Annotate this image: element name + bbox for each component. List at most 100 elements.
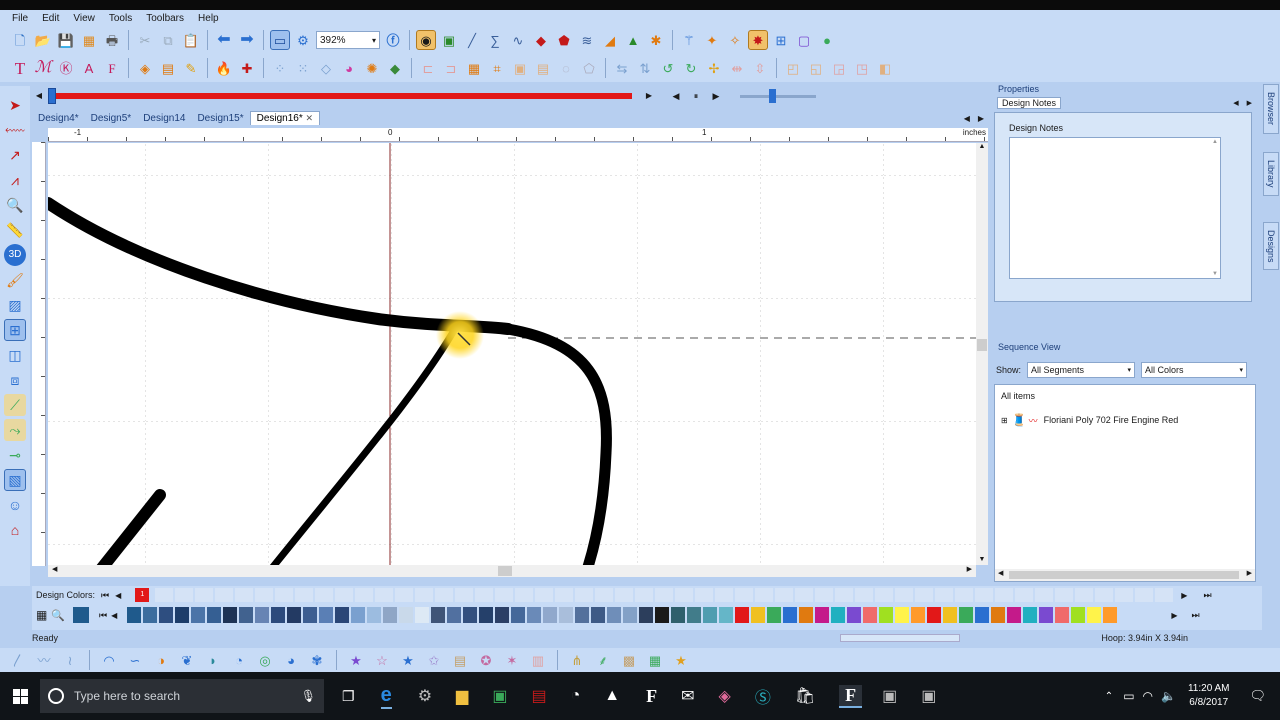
scroll-down-icon[interactable]: ▼ xyxy=(976,556,988,563)
side-tab-library[interactable]: Library xyxy=(1263,152,1279,196)
flame-icon[interactable]: 🔥 xyxy=(214,58,234,78)
grid-dots-icon[interactable]: ⁙ xyxy=(293,58,313,78)
canvas-horizontal-scrollbar[interactable]: ◀ ▶ xyxy=(48,565,976,577)
scroll-right-icon[interactable]: ▶ xyxy=(967,565,972,573)
thread-swatch[interactable] xyxy=(1055,607,1070,623)
stitch-select-icon[interactable]: ⟋ xyxy=(4,394,26,416)
green-app-icon[interactable]: ▣ xyxy=(492,686,507,706)
star-lilac-icon[interactable]: ✩ xyxy=(424,650,444,670)
notes-scroll-down-icon[interactable]: ▼ xyxy=(1212,271,1218,277)
spiral-stitch-icon[interactable]: ◎ xyxy=(255,650,275,670)
pdf-app-icon[interactable]: ▤ xyxy=(531,686,546,706)
zoom-combo[interactable]: 392% ▾ xyxy=(316,31,380,49)
last-color-icon[interactable]: ⏭ xyxy=(1203,590,1211,601)
eye-view-icon[interactable]: ◉ xyxy=(416,30,436,50)
volume-icon[interactable]: 🔈 xyxy=(1161,689,1176,703)
curve-icon[interactable]: ∿ xyxy=(508,30,528,50)
panel-right-arrow-icon[interactable]: ▶ xyxy=(1247,99,1252,107)
thread-swatch[interactable] xyxy=(975,607,990,623)
person-icon[interactable]: ☺ xyxy=(4,494,26,516)
thread-swatch[interactable] xyxy=(959,607,974,623)
scroll-up-icon[interactable]: ▲ xyxy=(976,143,988,150)
step-back-icon[interactable]: ◀ xyxy=(666,86,686,106)
magic-orange-icon[interactable]: ✦ xyxy=(702,30,722,50)
thread-swatch[interactable] xyxy=(911,607,926,623)
lasso-select-icon[interactable]: ⬳ xyxy=(4,119,26,141)
fill-stitch-icon[interactable]: ◗ xyxy=(203,650,223,670)
start-button[interactable] xyxy=(0,672,40,720)
design-notes-textarea[interactable]: ▲ ▼ xyxy=(1009,137,1221,279)
tab-design-notes[interactable]: Design Notes xyxy=(997,97,1062,109)
paste-icon[interactable]: 📋 xyxy=(181,30,201,50)
tree-root[interactable]: All items xyxy=(1001,391,1249,401)
star-burst-icon[interactable]: ✺ xyxy=(362,58,382,78)
distribute-h-icon[interactable]: ⇹ xyxy=(727,58,747,78)
tabs-left-arrow-icon[interactable]: ◀ xyxy=(964,114,970,123)
pencil-icon[interactable]: ✎ xyxy=(181,58,201,78)
stamp-icon[interactable]: ▤ xyxy=(158,58,178,78)
app-icon[interactable]: ⚙ xyxy=(418,686,432,706)
thread-swatch[interactable] xyxy=(847,607,862,623)
cut-icon[interactable]: ✂ xyxy=(135,30,155,50)
segments-dropdown[interactable]: All Segments ▾ xyxy=(1027,362,1136,378)
orange-shape-icon[interactable]: ◢ xyxy=(600,30,620,50)
first-color-icon[interactable]: ⏮ xyxy=(101,590,109,601)
palette-grid-icon[interactable]: ▦ xyxy=(36,608,47,622)
thread-swatch[interactable] xyxy=(895,607,910,623)
file-explorer-icon[interactable]: ▆ xyxy=(456,686,468,706)
thread-swatch[interactable] xyxy=(255,607,270,623)
path-icon[interactable]: ⤳ xyxy=(4,419,26,441)
sew-sim-icon[interactable]: ⌂ xyxy=(4,519,26,541)
brush-icon[interactable]: 🖌 xyxy=(4,269,26,291)
motif-stitch-icon[interactable]: ✾ xyxy=(307,650,327,670)
align-left-icon[interactable]: ⊏ xyxy=(418,58,438,78)
thread-swatch[interactable] xyxy=(655,607,670,623)
thread-swatch[interactable] xyxy=(127,607,142,623)
thread-swatch[interactable] xyxy=(991,607,1006,623)
sparkle-star-icon[interactable]: ✶ xyxy=(502,650,522,670)
thread-swatch[interactable] xyxy=(1103,607,1118,623)
tabs-right-arrow-icon[interactable]: ▶ xyxy=(978,114,984,123)
thread-swatch[interactable] xyxy=(175,607,190,623)
wave-stitch-icon[interactable]: ∽ xyxy=(125,650,145,670)
settings-gear-icon[interactable]: ⚙ xyxy=(293,30,313,50)
thread-swatch[interactable] xyxy=(927,607,942,623)
thread-swatch[interactable] xyxy=(495,607,510,623)
font-create-icon[interactable]: A xyxy=(79,58,99,78)
thread-swatch[interactable] xyxy=(639,607,654,623)
menu-edit[interactable]: Edit xyxy=(42,13,59,24)
thread-swatch[interactable] xyxy=(943,607,958,623)
color-wheel-icon[interactable]: ◕ xyxy=(339,58,359,78)
tab-design14[interactable]: Design14 xyxy=(137,112,191,125)
new-file-icon[interactable]: 🗋 xyxy=(10,30,30,50)
layer-up-icon[interactable]: ◲ xyxy=(829,58,849,78)
ungroup-icon[interactable]: ▤ xyxy=(533,58,553,78)
s-app-icon[interactable]: Ⓢ xyxy=(755,684,771,708)
thread-swatch[interactable] xyxy=(447,607,462,623)
first-thread-icon[interactable]: ⏮ xyxy=(99,610,107,621)
mirror-v-icon[interactable]: ⇅ xyxy=(635,58,655,78)
applique-stitch-icon[interactable]: ◑ xyxy=(151,650,171,670)
mirror-h-icon[interactable]: ⇆ xyxy=(612,58,632,78)
thread-swatch[interactable] xyxy=(191,607,206,623)
pink-app-icon[interactable]: ◈ xyxy=(719,686,731,706)
design-canvas[interactable] xyxy=(48,143,976,565)
thread-swatch[interactable] xyxy=(159,607,174,623)
thread-swatch[interactable] xyxy=(815,607,830,623)
thread-swatch[interactable] xyxy=(207,607,222,623)
arc-stitch-icon[interactable]: ◠ xyxy=(99,650,119,670)
crosshatch-icon[interactable]: ▤ xyxy=(450,650,470,670)
redo-icon[interactable]: ➡ xyxy=(237,30,257,50)
run-stitch-icon[interactable]: 〳 xyxy=(8,650,28,670)
star-outline-icon[interactable]: ✪ xyxy=(476,650,496,670)
green-circle-icon[interactable]: ● xyxy=(817,30,837,50)
stripes-icon[interactable]: ▥ xyxy=(528,650,548,670)
reshape-icon[interactable]: ⩘ xyxy=(4,169,26,191)
colors-dropdown[interactable]: All Colors ▾ xyxy=(1141,362,1248,378)
scroll-left-icon[interactable]: ◀ xyxy=(998,569,1003,577)
tab-design5[interactable]: Design5* xyxy=(85,112,138,125)
floriani-active-app-icon[interactable]: F xyxy=(839,684,863,708)
palette-search-icon[interactable]: 🔍 xyxy=(51,609,65,622)
ruler-measure-icon[interactable]: 📏 xyxy=(4,219,26,241)
mail-icon[interactable]: ✉ xyxy=(681,686,694,706)
